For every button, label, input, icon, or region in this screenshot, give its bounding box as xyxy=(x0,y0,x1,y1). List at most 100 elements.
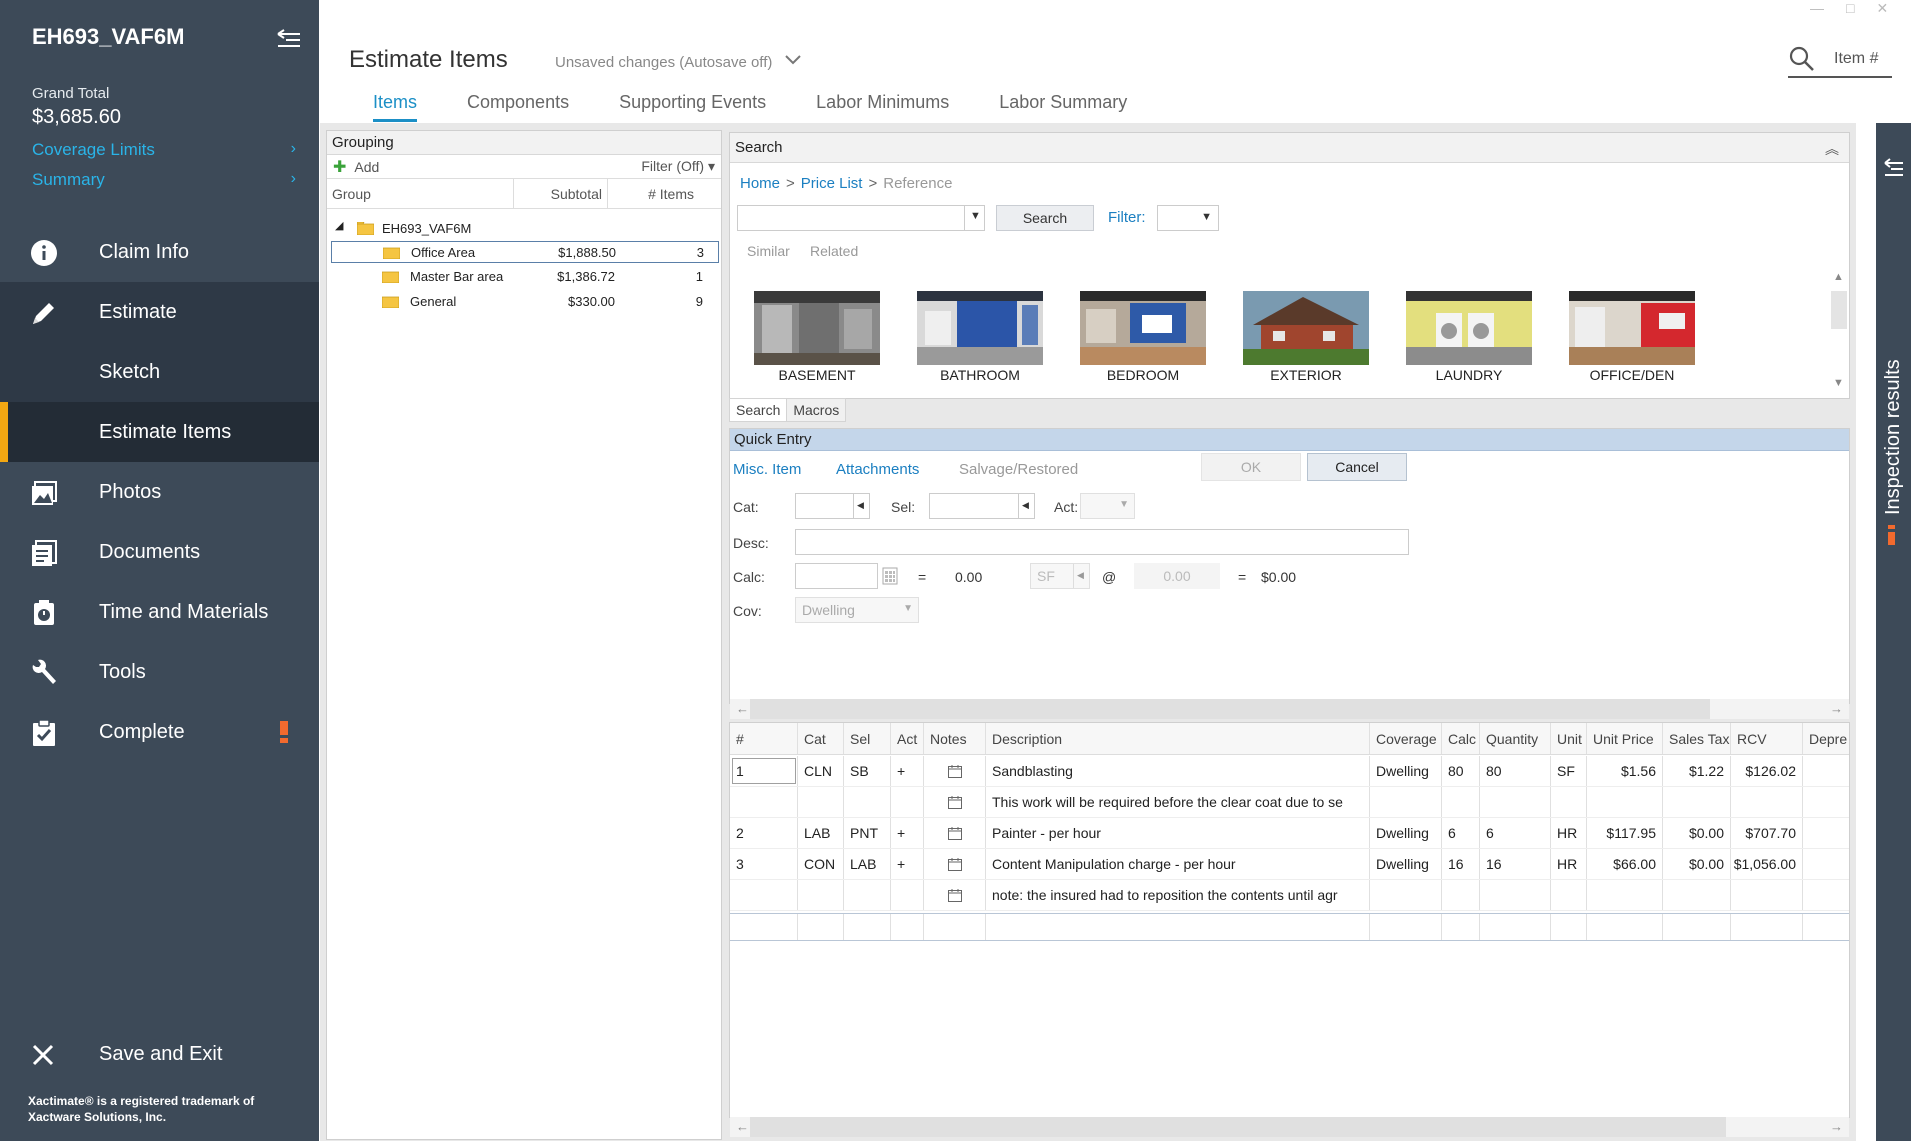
tab-salvage-restored[interactable]: Salvage/Restored xyxy=(959,461,1078,478)
column-unit[interactable]: Unit xyxy=(1551,723,1587,754)
chevron-down-icon[interactable] xyxy=(784,52,802,68)
cell-unit[interactable]: SF xyxy=(1551,756,1587,786)
cell-sales-tax[interactable]: $1.22 xyxy=(1663,756,1731,786)
room-bedroom[interactable]: BEDROOM xyxy=(1080,291,1206,383)
nav-sketch[interactable]: Sketch xyxy=(0,342,319,402)
coverage-limits-link[interactable]: Coverage Limits › xyxy=(32,140,296,160)
cell-unit-price[interactable] xyxy=(1587,914,1663,940)
column-act[interactable]: Act xyxy=(891,723,924,754)
cell-cat[interactable]: CLN xyxy=(798,756,844,786)
notes-icon[interactable] xyxy=(947,888,962,902)
nav-estimate-items[interactable]: Estimate Items xyxy=(0,402,319,462)
table-row[interactable]: This work will be required before the cl… xyxy=(730,787,1849,818)
summary-link[interactable]: Summary › xyxy=(32,170,296,190)
unit-price-input[interactable]: 0.00 xyxy=(1134,563,1220,589)
cell-rcv[interactable]: $707.70 xyxy=(1731,818,1803,848)
cell-rcv[interactable] xyxy=(1731,914,1803,940)
cell-number[interactable] xyxy=(730,787,798,817)
cell-sel[interactable] xyxy=(844,787,891,817)
collapse-sidebar-icon[interactable] xyxy=(276,26,302,50)
cell-depreciation[interactable] xyxy=(1803,787,1849,817)
cell-depreciation[interactable] xyxy=(1803,818,1849,848)
sel-input[interactable]: ◀ xyxy=(929,493,1035,519)
cell-quantity[interactable]: 6 xyxy=(1480,818,1551,848)
scroll-left-icon[interactable]: ← xyxy=(736,701,749,716)
cell-rcv[interactable]: $126.02 xyxy=(1731,756,1803,786)
cell-calc[interactable] xyxy=(1442,914,1480,940)
nav-documents[interactable]: Documents xyxy=(0,522,319,582)
cell-unit[interactable]: HR xyxy=(1551,849,1587,879)
caret-left-icon[interactable]: ◀ xyxy=(853,494,869,518)
save-and-exit-button[interactable]: Save and Exit xyxy=(0,1024,319,1084)
tab-labor-summary[interactable]: Labor Summary xyxy=(999,92,1127,122)
cell-sel[interactable] xyxy=(844,914,891,940)
cell-unit-price[interactable]: $1.56 xyxy=(1587,756,1663,786)
tab-items[interactable]: Items xyxy=(373,92,418,122)
column-sel[interactable]: Sel xyxy=(844,723,891,754)
cell-description[interactable]: Content Manipulation charge - per hour xyxy=(986,849,1370,879)
cell-calc[interactable]: 80 xyxy=(1442,756,1480,786)
cell-description[interactable] xyxy=(986,914,1370,940)
notes-icon[interactable] xyxy=(947,857,962,871)
cell-unit-price[interactable]: $117.95 xyxy=(1587,818,1663,848)
cell-unit[interactable] xyxy=(1551,880,1587,910)
cell-calc[interactable]: 16 xyxy=(1442,849,1480,879)
act-dropdown[interactable]: ▼ xyxy=(1080,493,1135,519)
nav-complete[interactable]: Complete xyxy=(0,702,319,762)
cell-rcv[interactable] xyxy=(1731,787,1803,817)
tab-supporting-events[interactable]: Supporting Events xyxy=(619,92,766,122)
tab-misc-item[interactable]: Misc. Item xyxy=(733,461,801,478)
search-icon[interactable] xyxy=(1789,46,1815,72)
cell-number[interactable] xyxy=(730,914,798,940)
nav-time-and-materials[interactable]: Time and Materials xyxy=(0,582,319,642)
cell-cat[interactable] xyxy=(798,880,844,910)
caret-left-icon[interactable]: ◀ xyxy=(1018,494,1034,518)
cell-coverage[interactable] xyxy=(1370,880,1442,910)
cell-description[interactable]: note: the insured had to reposition the … xyxy=(986,880,1370,910)
tab-macros[interactable]: Macros xyxy=(787,398,847,422)
cell-cat[interactable]: LAB xyxy=(798,818,844,848)
cell-depreciation[interactable] xyxy=(1803,914,1849,940)
cell-calc[interactable] xyxy=(1442,880,1480,910)
column-calc[interactable]: Calc xyxy=(1442,723,1480,754)
group-row[interactable]: Master Bar area $1,386.72 1 xyxy=(327,266,721,288)
cell-notes[interactable] xyxy=(924,818,986,848)
cell-quantity[interactable] xyxy=(1480,880,1551,910)
scrollbar-thumb[interactable] xyxy=(750,699,1710,719)
cell-coverage[interactable]: Dwelling xyxy=(1370,818,1442,848)
notes-icon[interactable] xyxy=(947,764,962,778)
cell-act[interactable] xyxy=(891,787,924,817)
cell-depreciation[interactable] xyxy=(1803,756,1849,786)
scrollbar-thumb[interactable] xyxy=(1831,291,1847,329)
caret-left-icon[interactable]: ◀ xyxy=(1073,564,1089,588)
scrollbar-thumb[interactable] xyxy=(750,1117,1726,1137)
cell-act[interactable] xyxy=(891,880,924,910)
table-row[interactable]: 2 LAB PNT + Painter - per hour Dwelling … xyxy=(730,818,1849,849)
cell-depreciation[interactable] xyxy=(1803,849,1849,879)
tab-components[interactable]: Components xyxy=(467,92,569,122)
column-description[interactable]: Description xyxy=(986,723,1370,754)
cell-description[interactable]: Sandblasting xyxy=(986,756,1370,786)
column-sales-tax[interactable]: Sales Tax xyxy=(1663,723,1731,754)
cell-quantity[interactable] xyxy=(1480,787,1551,817)
cell-unit-price[interactable] xyxy=(1587,880,1663,910)
room-laundry[interactable]: LAUNDRY xyxy=(1406,291,1532,383)
cell-notes[interactable] xyxy=(924,849,986,879)
cell-number[interactable]: 3 xyxy=(730,849,798,879)
add-group-button[interactable]: ✚ Add xyxy=(333,157,379,177)
cell-unit-price[interactable] xyxy=(1587,787,1663,817)
cell-coverage[interactable]: Dwelling xyxy=(1370,756,1442,786)
column-rcv[interactable]: RCV xyxy=(1731,723,1803,754)
cell-notes[interactable] xyxy=(924,756,986,786)
nav-photos[interactable]: Photos xyxy=(0,462,319,522)
column-quantity[interactable]: Quantity xyxy=(1480,723,1551,754)
expand-panel-icon[interactable] xyxy=(1883,157,1905,179)
room-basement[interactable]: BASEMENT xyxy=(754,291,880,383)
group-row[interactable]: General $330.00 9 xyxy=(327,291,721,313)
scroll-right-icon[interactable]: → xyxy=(1830,701,1843,716)
cell-act[interactable] xyxy=(891,914,924,940)
room-bathroom[interactable]: BATHROOM xyxy=(917,291,1043,383)
ok-button[interactable]: OK xyxy=(1201,453,1301,481)
search-history-dropdown[interactable]: ▼ xyxy=(964,206,984,230)
cell-rcv[interactable] xyxy=(1731,880,1803,910)
